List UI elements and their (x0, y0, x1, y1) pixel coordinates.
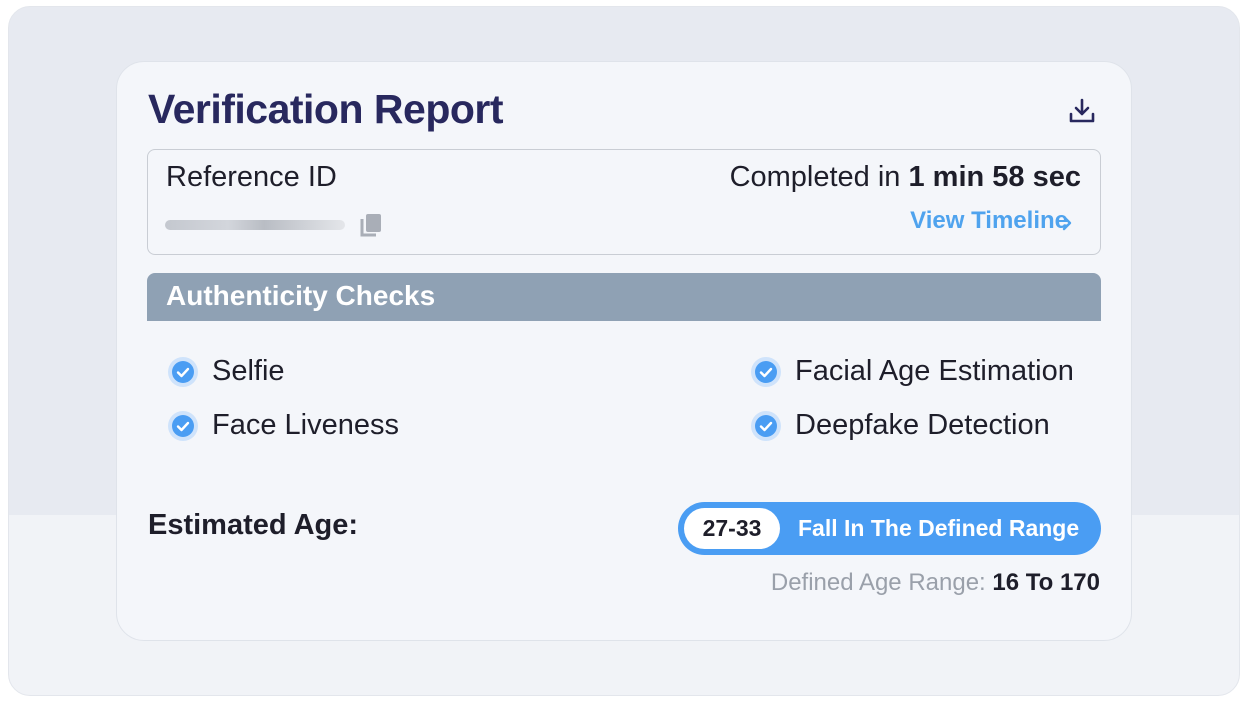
age-result-pill: 27-33 Fall In The Defined Range (678, 502, 1101, 555)
age-range-value: 27-33 (684, 508, 780, 549)
reference-id-label: Reference ID (166, 161, 337, 193)
check-item-face-liveness: Face Liveness (167, 409, 399, 442)
defined-age-range: Defined Age Range: 16 To 170 (771, 569, 1100, 597)
check-circle-icon (751, 356, 781, 387)
check-item-selfie: Selfie (167, 355, 285, 388)
chevron-right-icon[interactable] (1060, 214, 1074, 232)
authenticity-checks-title: Authenticity Checks (166, 280, 436, 311)
check-item-deepfake-detection: Deepfake Detection (750, 409, 1050, 442)
view-timeline-link[interactable]: View Timeline (910, 207, 1068, 235)
report-title: Verification Report (148, 86, 504, 132)
age-range-status: Fall In The Defined Range (798, 515, 1080, 541)
check-circle-icon (168, 356, 198, 387)
reference-id-value-masked (165, 220, 345, 230)
check-circle-icon (168, 410, 198, 441)
defined-age-range-label: Defined Age Range: (770, 569, 986, 596)
check-label: Deepfake Detection (795, 409, 1050, 441)
download-icon[interactable] (1067, 97, 1097, 125)
check-label: Selfie (212, 355, 285, 387)
check-item-facial-age-estimation: Facial Age Estimation (750, 355, 1074, 388)
completed-prefix: Completed in (729, 161, 901, 193)
copy-icon[interactable] (359, 212, 383, 238)
completed-duration: 1 min 58 sec (908, 161, 1082, 193)
defined-age-range-value: 16 To 170 (992, 569, 1100, 596)
check-label: Face Liveness (212, 409, 399, 441)
check-circle-icon (751, 410, 781, 441)
check-label: Facial Age Estimation (795, 355, 1074, 387)
estimated-age-label: Estimated Age: (148, 509, 359, 541)
completion-time: Completed in 1 min 58 sec (730, 161, 1081, 194)
